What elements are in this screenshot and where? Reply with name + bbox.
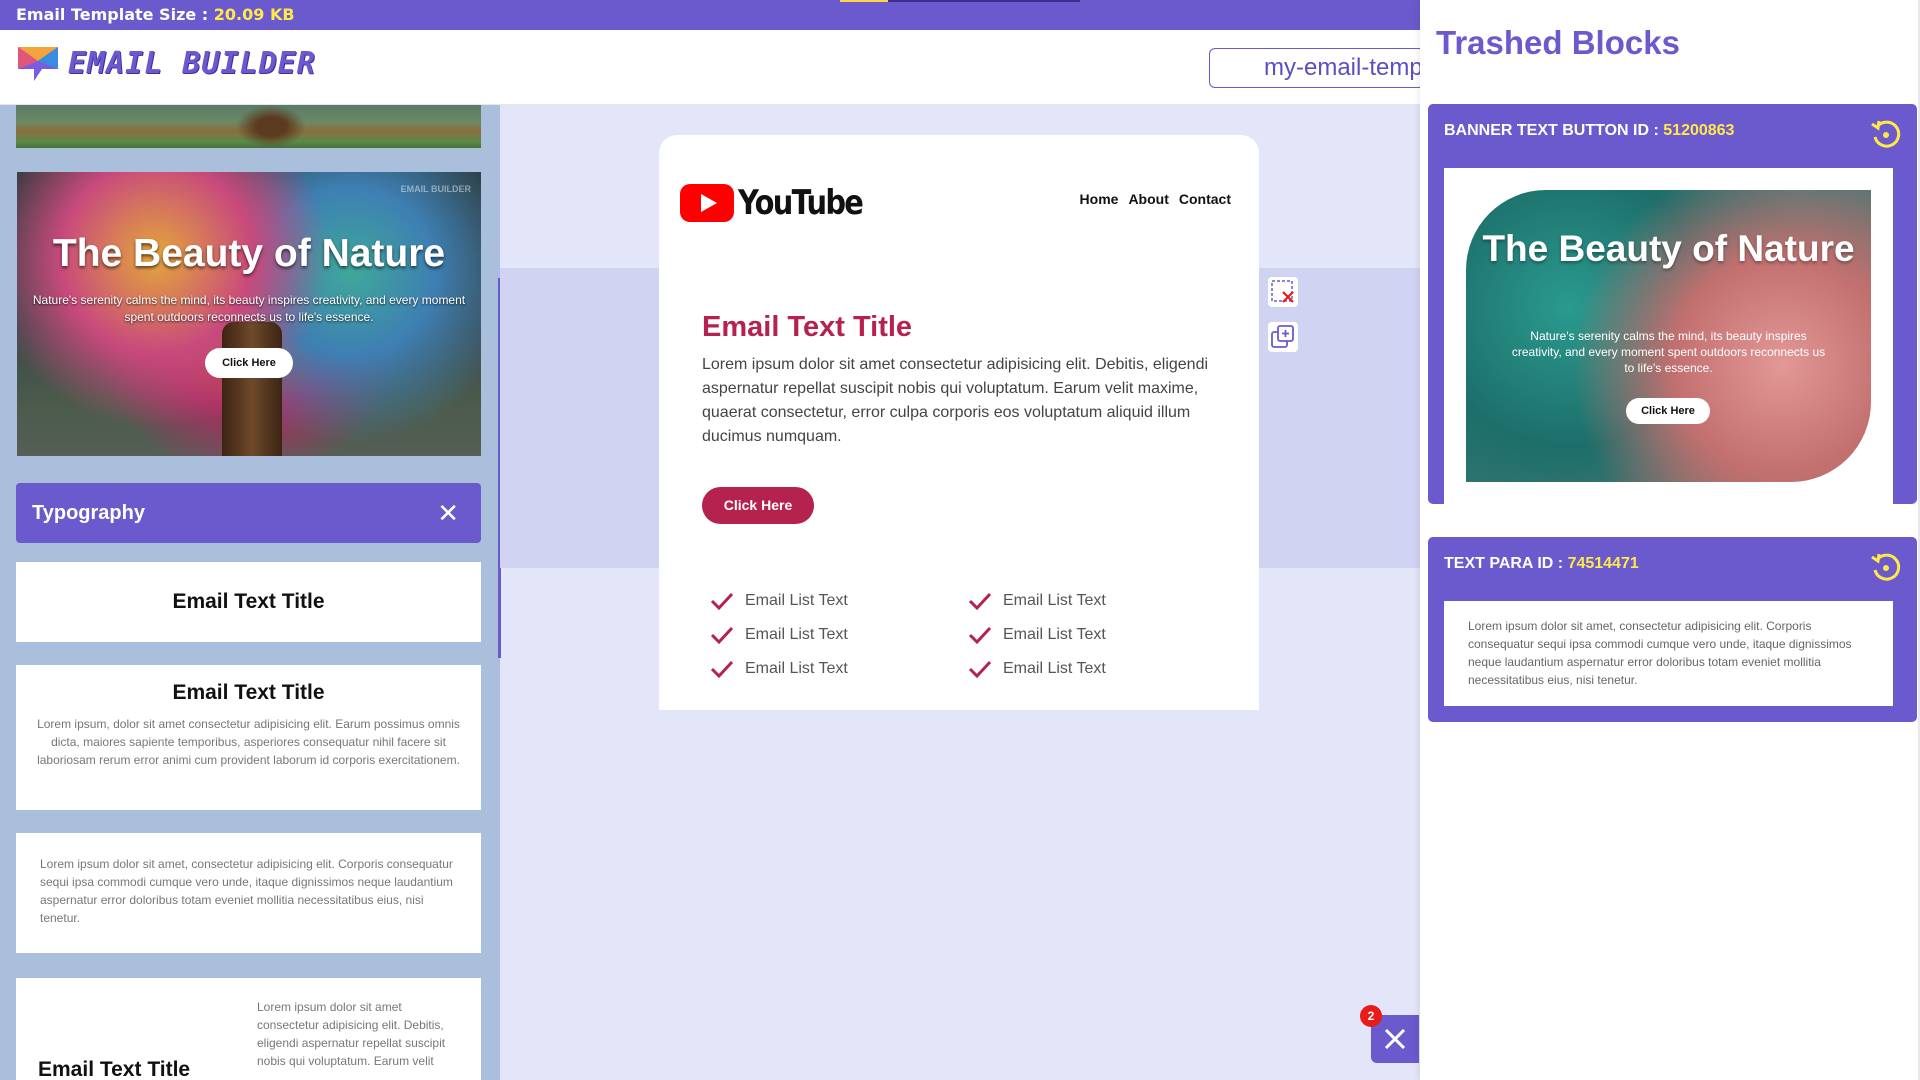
restore-icon[interactable] <box>1869 551 1903 585</box>
list-item-text: Email List Text <box>1003 625 1106 643</box>
checkmark-icon <box>968 660 992 678</box>
trashed-blocks-panel: Trashed Blocks BANNER TEXT BUTTON ID : 5… <box>1420 0 1920 1080</box>
list-item-text: Email List Text <box>1003 591 1106 609</box>
banner-text: Nature's serenity calms the mind, its be… <box>32 293 466 324</box>
checkmark-icon <box>710 660 734 678</box>
block-paragraph: Lorem ipsum dolor sit amet consectetur a… <box>257 1000 446 1068</box>
block-title: Email Text Title <box>172 681 325 704</box>
tree-trunk-graphic <box>236 105 306 148</box>
block-type: BANNER TEXT BUTTON ID : <box>1444 122 1659 139</box>
template-size-value: 20.09 KB <box>213 5 295 24</box>
envelope-logo-icon <box>18 47 58 81</box>
panel-title: Trashed Blocks <box>1436 24 1680 61</box>
app-logo-text: EMAIL BUILDER <box>68 45 316 81</box>
title-side-paragraph-block[interactable]: Email Text Title Lorem ipsum dolor sit a… <box>16 978 481 1080</box>
typography-section-header[interactable]: Typography ✕ <box>16 483 481 543</box>
block-title: Email Text Title <box>38 1058 191 1080</box>
scroll-thumb[interactable] <box>840 0 888 2</box>
app-header: EMAIL BUILDER my-email-temp <box>0 30 1449 105</box>
nav-link-home[interactable]: Home <box>1080 191 1119 207</box>
banner-button: Click Here <box>1626 398 1710 424</box>
banner-preview: The Beauty of Nature Nature's serenity c… <box>1466 190 1871 482</box>
nav-link-about[interactable]: About <box>1128 191 1168 207</box>
block-type: TEXT PARA ID : <box>1444 555 1564 572</box>
list-item[interactable]: Email List Text <box>967 658 1106 679</box>
nature-block-thumbnail-partial[interactable] <box>16 105 481 148</box>
title-paragraph-block[interactable]: Email Text Title Lorem ipsum, dolor sit … <box>16 665 481 810</box>
block-id: 74514471 <box>1567 555 1639 572</box>
delete-selection-icon <box>1271 280 1294 303</box>
checkmark-icon <box>968 626 992 644</box>
brand-logo[interactable]: YouTube <box>680 183 884 223</box>
duplicate-icon <box>1271 325 1294 348</box>
list-item[interactable]: Email List Text <box>709 624 848 645</box>
list-item[interactable]: Email List Text <box>967 590 1106 611</box>
watermark-text: EMAIL BUILDER <box>400 184 471 194</box>
list-item-text: Email List Text <box>745 659 848 677</box>
nature-banner-block[interactable]: EMAIL BUILDER The Beauty of Nature Natur… <box>17 172 481 456</box>
duplicate-block-button[interactable] <box>1268 322 1298 352</box>
banner-title: The Beauty of Nature <box>1482 228 1855 269</box>
list-item[interactable]: Email List Text <box>709 658 848 679</box>
block-label: TEXT PARA ID : 74514471 <box>1444 555 1639 573</box>
block-preview[interactable]: Lorem ipsum dolor sit amet, consectetur … <box>1444 601 1893 706</box>
trashed-block-text-para: TEXT PARA ID : 74514471 Lorem ipsum dolo… <box>1428 537 1917 722</box>
banner-button[interactable]: Click Here <box>205 348 293 378</box>
paragraph-block[interactable]: Lorem ipsum dolor sit amet, consectetur … <box>16 833 481 953</box>
section-title: Typography <box>32 502 145 524</box>
list-item-text: Email List Text <box>745 625 848 643</box>
email-nav: Home About Contact <box>1080 191 1231 207</box>
youtube-play-icon <box>680 184 734 222</box>
list-item-text: Email List Text <box>1003 659 1106 677</box>
trash-count-badge: 2 <box>1360 1005 1382 1027</box>
delete-block-button[interactable] <box>1268 277 1298 307</box>
list-item[interactable]: Email List Text <box>967 624 1106 645</box>
checkmark-icon <box>968 592 992 610</box>
block-paragraph: Lorem ipsum, dolor sit amet consectetur … <box>37 717 460 767</box>
template-size-bar: Email Template Size : 20.09 KB <box>0 0 1420 30</box>
banner-title: The Beauty of Nature <box>52 232 446 275</box>
trashed-block-banner: BANNER TEXT BUTTON ID : 51200863 The Bea… <box>1428 104 1917 504</box>
email-title[interactable]: Email Text Title <box>702 311 912 344</box>
app-logo[interactable]: EMAIL BUILDER <box>16 43 316 83</box>
block-label: BANNER TEXT BUTTON ID : 51200863 <box>1444 122 1734 140</box>
blocks-sidebar: EMAIL BUILDER The Beauty of Nature Natur… <box>0 105 500 1080</box>
email-body-text[interactable]: Lorem ipsum dolor sit amet consectetur a… <box>702 353 1222 449</box>
close-icon[interactable]: ✕ <box>437 483 459 543</box>
email-canvas[interactable]: YouTube Home About Contact Email Text Ti… <box>659 135 1259 710</box>
template-name-input[interactable]: my-email-temp <box>1209 48 1449 88</box>
checkmark-icon <box>710 626 734 644</box>
text-title-block[interactable]: Email Text Title <box>16 562 481 642</box>
banner-text: Nature's serenity calms the mind, its be… <box>1511 329 1826 375</box>
block-id: 51200863 <box>1663 122 1735 139</box>
list-item[interactable]: Email List Text <box>709 590 848 611</box>
nav-link-contact[interactable]: Contact <box>1179 191 1231 207</box>
email-list-right: Email List Text Email List Text Email Li… <box>967 590 1106 679</box>
email-list-left: Email List Text Email List Text Email Li… <box>709 590 848 679</box>
tree-trunk-graphic <box>222 322 282 456</box>
brand-name: YouTube <box>738 183 864 223</box>
block-preview[interactable]: The Beauty of Nature Nature's serenity c… <box>1444 168 1893 504</box>
template-size-label: Email Template Size : <box>16 5 209 24</box>
close-icon <box>1384 1028 1406 1050</box>
email-cta-button[interactable]: Click Here <box>702 487 814 524</box>
list-item-text: Email List Text <box>745 591 848 609</box>
horizontal-scroll-indicator[interactable] <box>840 0 1080 2</box>
checkmark-icon <box>710 592 734 610</box>
block-paragraph: Lorem ipsum dolor sit amet, consectetur … <box>40 857 453 925</box>
block-title: Email Text Title <box>172 590 325 613</box>
restore-icon[interactable] <box>1869 118 1903 152</box>
